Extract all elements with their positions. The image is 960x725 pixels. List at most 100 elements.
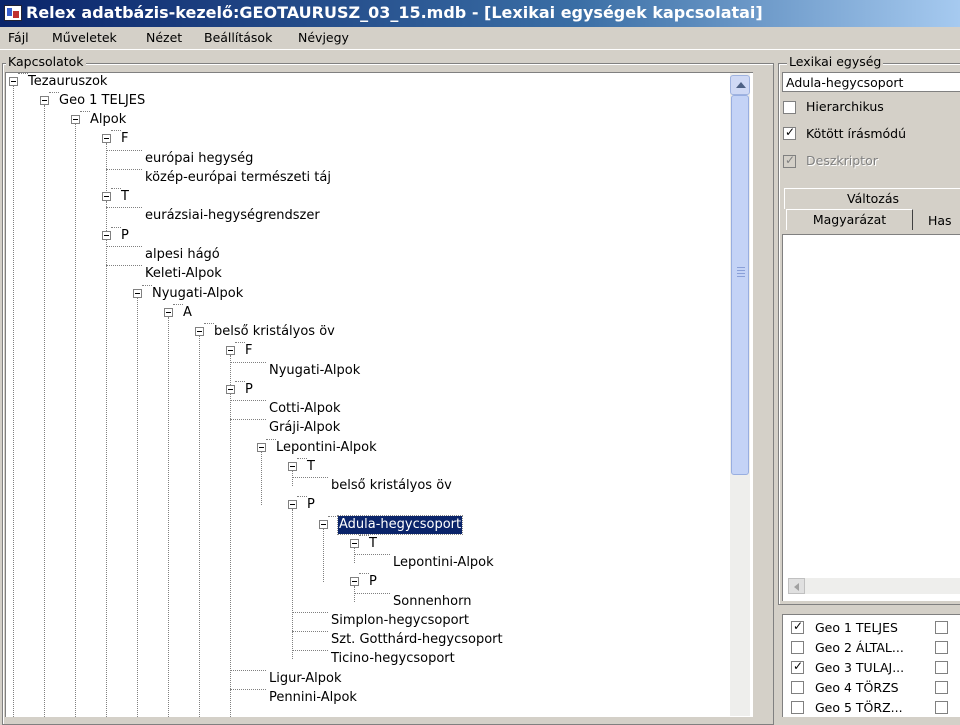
tree-node-label[interactable]: Nyugati-Alpok	[152, 285, 243, 303]
scroll-left-button[interactable]	[788, 578, 805, 594]
menu-file[interactable]: Fájl	[8, 30, 29, 45]
tree-node-label[interactable]: Ticino-hegycsoport	[331, 650, 455, 668]
tree-connector-line	[80, 111, 90, 112]
tree-node-label[interactable]: T	[369, 535, 377, 553]
collapse-icon[interactable]	[40, 96, 49, 105]
menu-view[interactable]: Nézet	[146, 30, 182, 45]
relations-tree[interactable]: Tezauruszok Geo 1 TELJES Alpok Feurópai heg…	[5, 72, 753, 717]
tree-node-label[interactable]: Alpok	[90, 111, 126, 129]
fixed-spelling-checkbox[interactable]	[783, 125, 796, 140]
tree-node-label[interactable]: P	[245, 381, 253, 399]
menu-bar: Fájl Műveletek Nézet Beállítások Névjegy	[0, 27, 960, 50]
tree-node-label[interactable]: európai hegység	[145, 150, 253, 168]
tree-node-label[interactable]: Tezauruszok	[28, 73, 107, 91]
tree-node-label[interactable]: Ligur-Alpok	[269, 670, 342, 688]
app-icon[interactable]	[4, 5, 22, 21]
tree-node-label[interactable]: Szt. Gotthárd-hegycsoport	[331, 631, 503, 649]
tree-node-label[interactable]: T	[121, 188, 129, 206]
database-secondary-checkbox[interactable]	[935, 681, 948, 694]
tree-vertical-scrollbar[interactable]	[730, 73, 750, 716]
collapse-icon[interactable]	[350, 577, 359, 586]
database-checkbox[interactable]	[791, 641, 804, 654]
tree-connector-line	[354, 593, 390, 594]
collapse-icon[interactable]	[288, 500, 297, 509]
tree-node-label[interactable]: eurázsiai-hegységrendszer	[145, 207, 320, 225]
chevron-left-icon	[794, 583, 799, 591]
tree-node-label[interactable]: Geo 1 TELJES	[59, 92, 145, 110]
relations-group-label: Kapcsolatok	[6, 54, 86, 69]
tree-node-label[interactable]: Lepontini-Alpok	[393, 554, 494, 572]
collapse-icon[interactable]	[319, 520, 328, 529]
database-label: Geo 4 TÖRZS	[815, 680, 899, 695]
title-bar: Relex adatbázis-kezelő:GEOTAURUSZ_03_15.…	[0, 0, 960, 27]
tree-node-label[interactable]: Keleti-Alpok	[145, 265, 222, 283]
collapse-icon[interactable]	[102, 231, 111, 240]
tree-node-label[interactable]: Gráji-Alpok	[269, 419, 340, 437]
database-secondary-checkbox[interactable]	[935, 701, 948, 714]
tree-node-label-selected[interactable]: Adula-hegycsoport	[336, 515, 464, 535]
tree-guide-line	[199, 336, 200, 717]
collapse-icon[interactable]	[102, 192, 111, 201]
tree-node-label[interactable]: P	[369, 573, 377, 591]
tree-node-label[interactable]: F	[245, 342, 252, 360]
tree-connector-line	[292, 612, 328, 613]
database-checkbox[interactable]	[791, 681, 804, 694]
hierarchical-checkbox[interactable]	[783, 101, 796, 114]
tree-node-label[interactable]: Cotti-Alpok	[269, 400, 340, 418]
collapse-icon[interactable]	[288, 462, 297, 471]
tree-connector-line	[204, 323, 214, 324]
tree-node-label[interactable]: Nyugati-Alpok	[269, 362, 360, 380]
tree-node-label[interactable]: közép-európai természeti táj	[145, 169, 331, 187]
collapse-icon[interactable]	[226, 346, 235, 355]
tree-connector-line	[106, 246, 142, 247]
tree-node-label[interactable]: belső kristályos öv	[214, 323, 335, 341]
tree-connector-line	[359, 535, 369, 536]
database-secondary-checkbox[interactable]	[935, 621, 948, 634]
database-secondary-checkbox[interactable]	[935, 661, 948, 674]
explanation-text-area[interactable]	[782, 234, 960, 601]
database-checkbox[interactable]	[791, 659, 804, 674]
collapse-icon[interactable]	[164, 308, 173, 317]
tab-change[interactable]: Változás	[784, 188, 960, 209]
lexical-unit-field[interactable]: Adula-hegycsoport	[782, 72, 960, 92]
collapse-icon[interactable]	[257, 443, 266, 452]
tree-node-label[interactable]: Sonnenhorn	[393, 593, 471, 611]
tree-node-label[interactable]: P	[121, 227, 129, 245]
tree-guide-line	[168, 317, 169, 717]
collapse-icon[interactable]	[102, 134, 111, 143]
menu-operations[interactable]: Műveletek	[52, 30, 117, 45]
collapse-icon[interactable]	[195, 327, 204, 336]
tree-connector-line	[266, 439, 276, 440]
menu-settings[interactable]: Beállítások	[204, 30, 272, 45]
tree-guide-line	[13, 86, 14, 717]
database-checkbox[interactable]	[791, 619, 804, 634]
tree-node-label[interactable]: alpesi hágó	[145, 246, 220, 264]
scroll-up-button[interactable]	[730, 75, 750, 95]
tree-node-label[interactable]: Simplon-hegycsoport	[331, 612, 469, 630]
tree-node-label[interactable]: belső kristályos öv	[331, 477, 452, 495]
tree-node-label[interactable]: F	[121, 130, 128, 148]
tree-node-label[interactable]: T	[307, 458, 315, 476]
tree-node-label[interactable]: Lepontini-Alpok	[276, 439, 377, 457]
tree-node-label[interactable]: A	[183, 304, 192, 322]
collapse-icon[interactable]	[350, 539, 359, 548]
collapse-icon[interactable]	[9, 77, 18, 86]
database-list[interactable]: Geo 1 TELJES Geo 2 ÁLTAL... Geo 3 TULAJ.…	[782, 614, 960, 717]
tree-connector-line	[292, 650, 328, 651]
database-checkbox[interactable]	[791, 701, 804, 714]
collapse-icon[interactable]	[226, 385, 235, 394]
menu-about[interactable]: Névjegy	[298, 30, 349, 45]
explanation-horizontal-scrollbar[interactable]	[788, 578, 960, 594]
tree-node-label[interactable]: P	[307, 496, 315, 514]
tab-usage[interactable]: Has	[914, 211, 960, 231]
collapse-icon[interactable]	[71, 115, 80, 124]
database-secondary-checkbox[interactable]	[935, 641, 948, 654]
tree-guide-line	[230, 394, 231, 717]
database-label: Geo 2 ÁLTAL...	[815, 640, 904, 655]
collapse-icon[interactable]	[133, 289, 142, 298]
tab-explanation[interactable]: Magyarázat	[786, 209, 913, 230]
scroll-thumb[interactable]	[731, 95, 749, 475]
descriptor-label: Deszkriptor	[806, 153, 878, 168]
tree-node-label[interactable]: Pennini-Alpok	[269, 689, 357, 707]
tree-connector-line	[297, 458, 307, 459]
